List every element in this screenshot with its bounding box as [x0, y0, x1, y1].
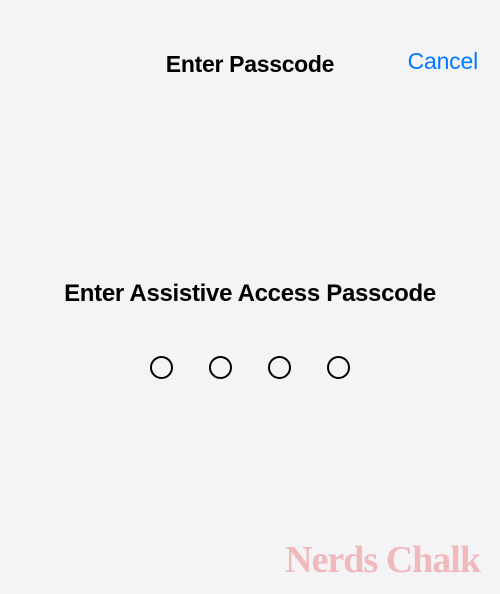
- passcode-dot: [150, 356, 173, 379]
- passcode-dot: [209, 356, 232, 379]
- page-title: Enter Passcode: [166, 51, 334, 78]
- passcode-prompt: Enter Assistive Access Passcode: [64, 280, 436, 308]
- passcode-dot: [327, 356, 350, 379]
- passcode-dot: [268, 356, 291, 379]
- watermark-text: Nerds Chalk: [285, 538, 480, 582]
- passcode-content: Enter Assistive Access Passcode: [0, 80, 500, 379]
- navbar: Enter Passcode Cancel: [0, 0, 500, 80]
- cancel-button[interactable]: Cancel: [408, 48, 478, 75]
- passcode-dots-container: [150, 356, 350, 379]
